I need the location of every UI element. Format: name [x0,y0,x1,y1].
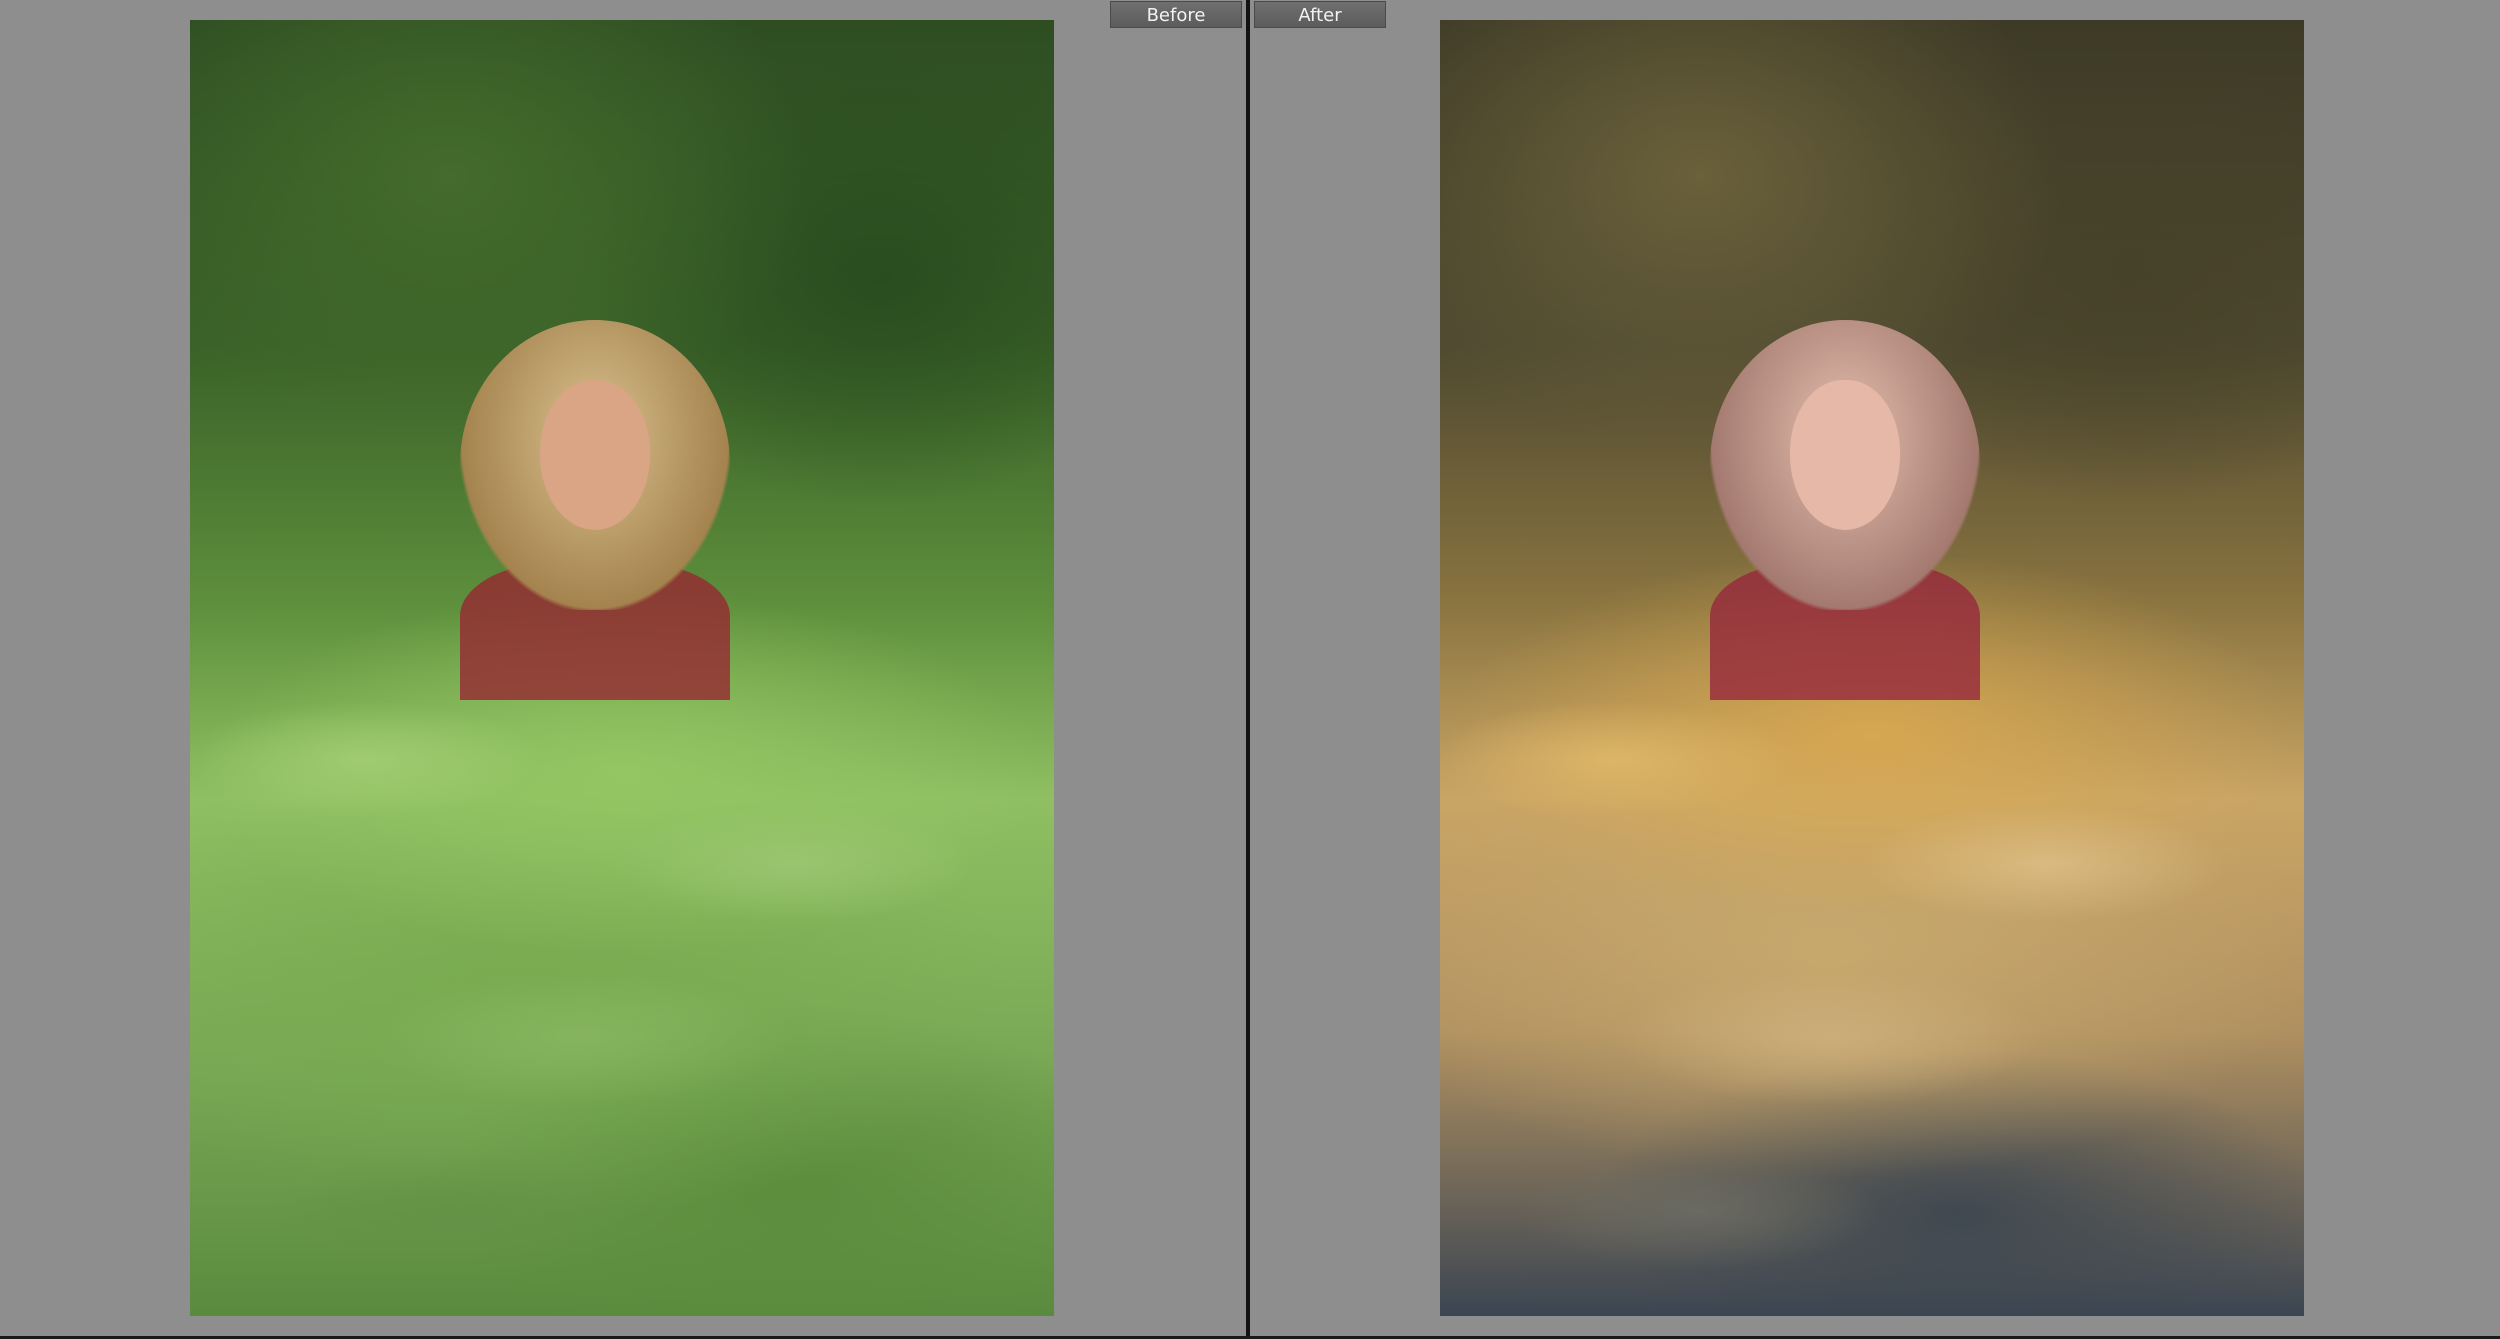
subject-face [1790,380,1900,530]
fern-foreground [190,620,1054,1316]
after-pane[interactable] [1250,0,2500,1339]
before-photo[interactable] [190,20,1054,1316]
fern-foreground [1440,620,2304,1316]
before-after-compare-view: Before After [0,0,2500,1339]
after-photo[interactable] [1440,20,2304,1316]
subject-face [540,380,650,530]
before-label: Before [1110,1,1242,28]
after-label: After [1254,1,1386,28]
before-pane[interactable] [0,0,1246,1339]
